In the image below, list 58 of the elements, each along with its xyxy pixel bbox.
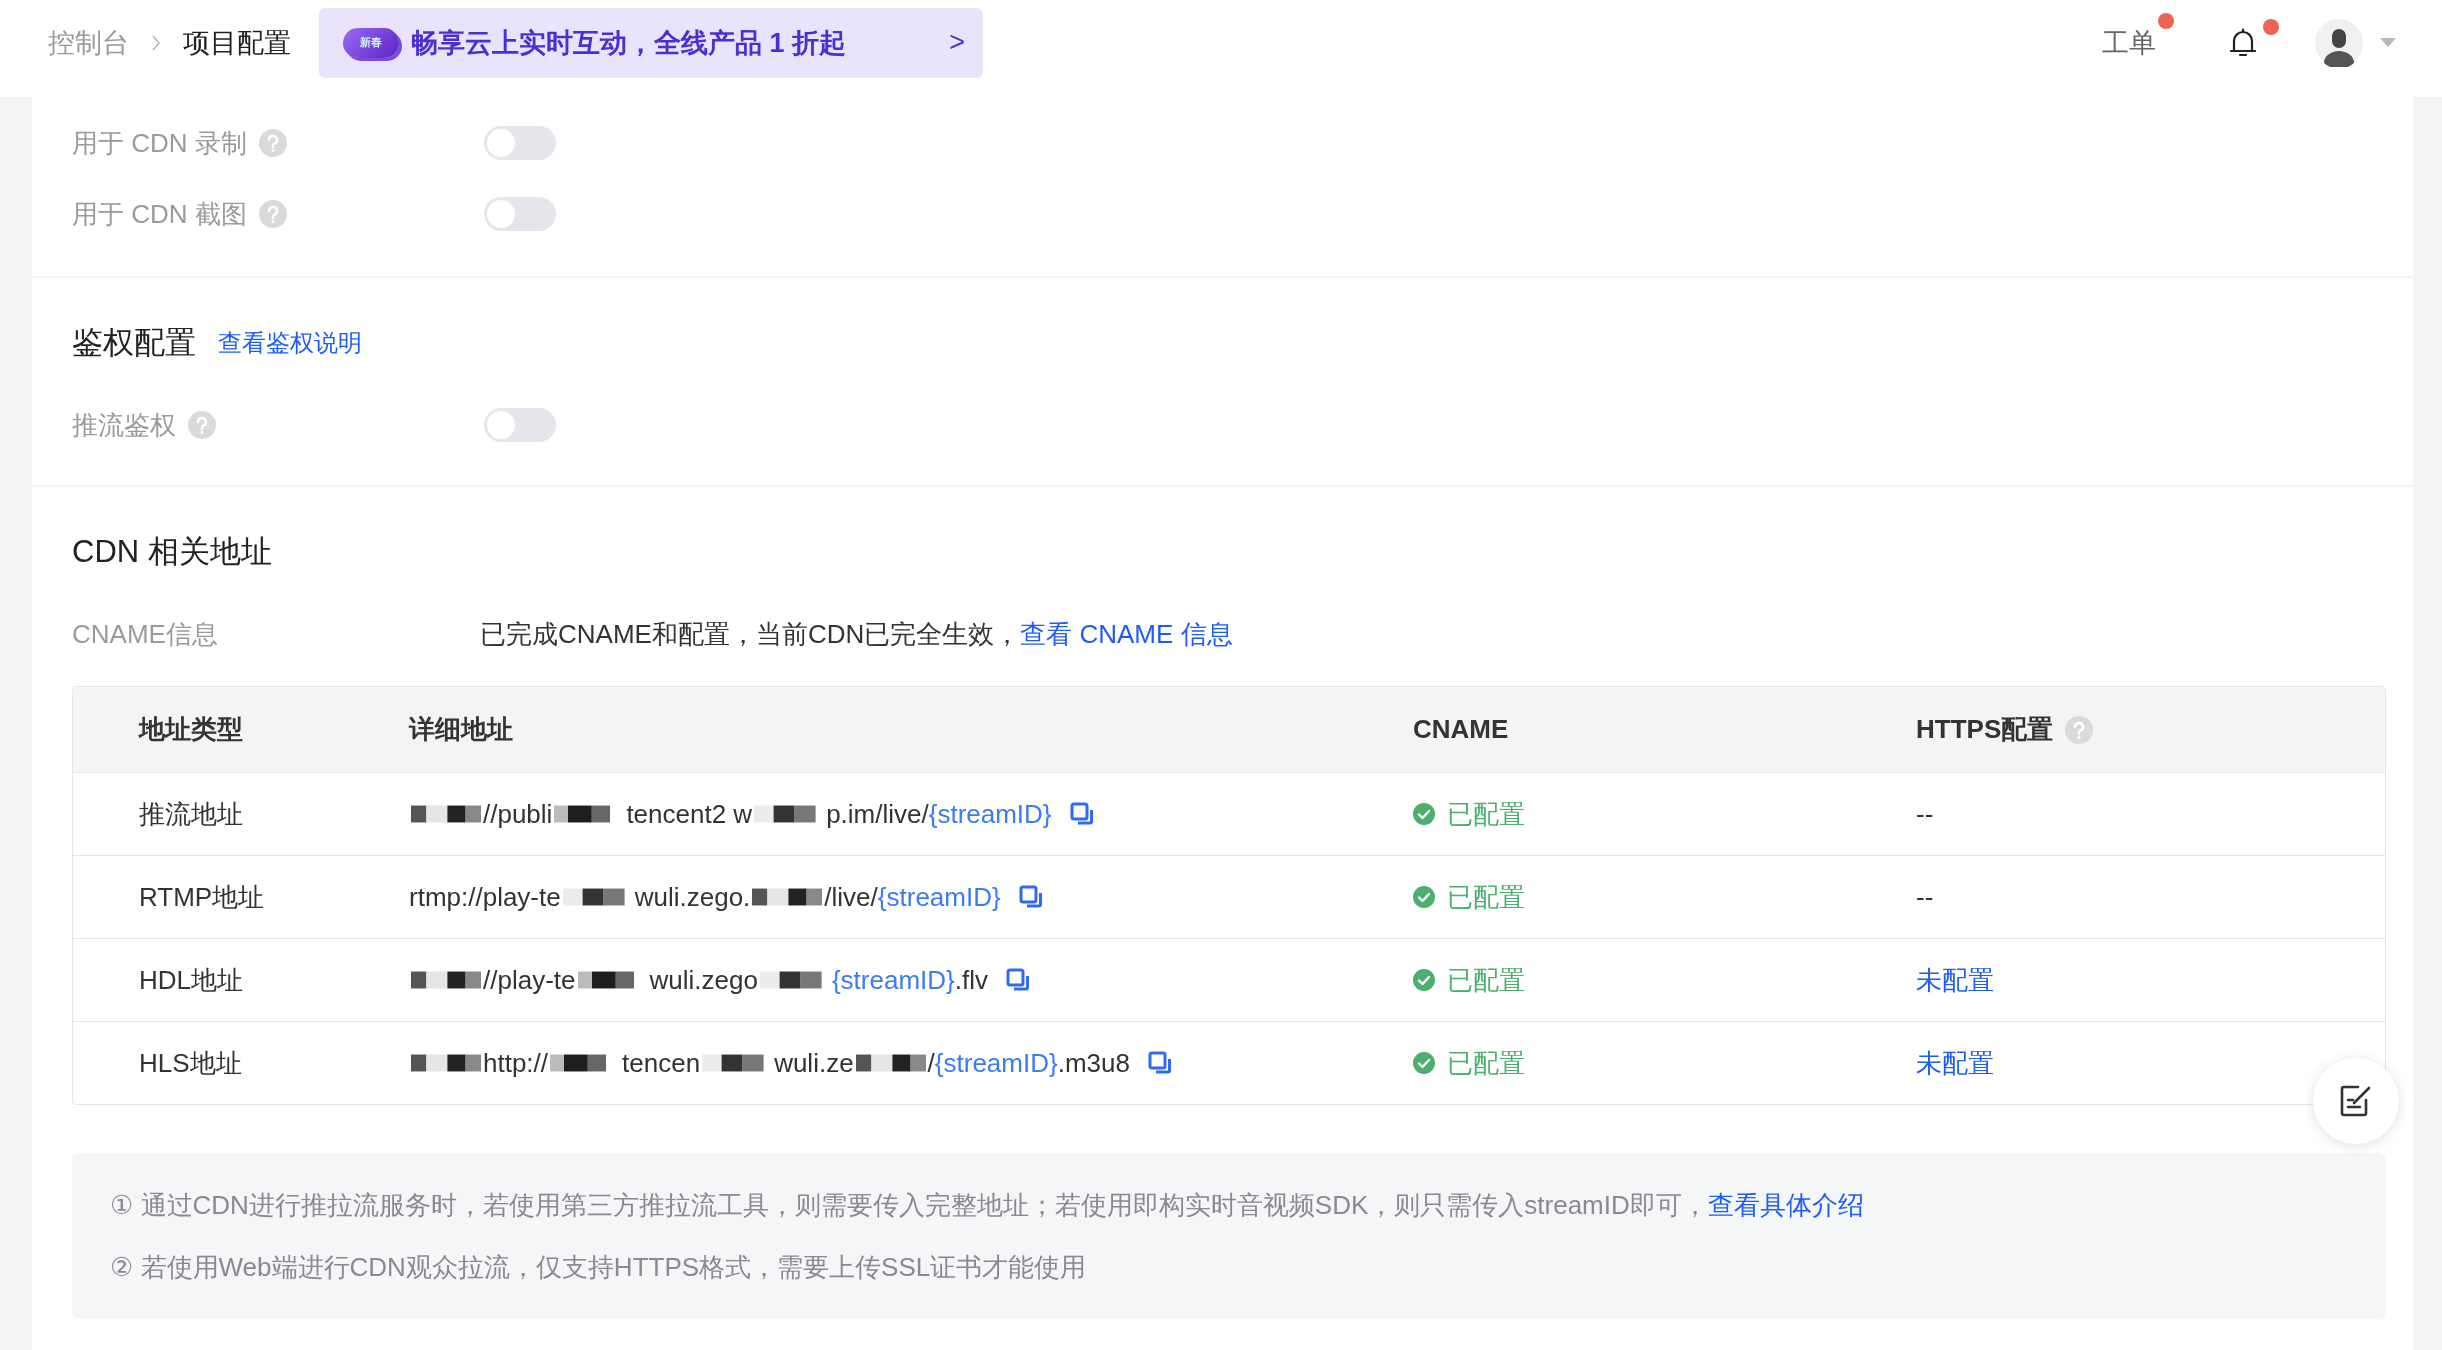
table-cell-text: HDL地址	[139, 963, 243, 997]
https-config-link[interactable]: 未配置	[1916, 962, 1994, 998]
copy-icon[interactable]	[1018, 885, 1043, 909]
promo-banner[interactable]: 新春 畅享云上实时互动，全线产品 1 折起 >	[319, 7, 983, 78]
redaction-mark	[752, 886, 823, 908]
column-header: 详细地址	[409, 713, 513, 746]
address-text: //publi tencent2 w p.im/live/{streamID}	[409, 798, 1052, 830]
help-icon[interactable]	[2065, 715, 2094, 744]
capsule-badge: 新春	[343, 27, 399, 58]
copy-icon[interactable]	[1069, 802, 1094, 826]
note-text: ② 若使用Web端进行CDN观众拉流，仅支持HTTPS格式，需要上传SSL证书才能使用	[110, 1251, 1088, 1284]
address-text: rtmp://play-te wuli.zego. /live/{streamID}	[409, 881, 1001, 913]
help-icon[interactable]	[258, 129, 287, 157]
redaction-mark	[855, 1052, 926, 1074]
bell-icon[interactable]	[2229, 27, 2257, 58]
cname-info-link[interactable]: 查看 CNAME 信息	[1020, 618, 1233, 649]
toggle-switch[interactable]	[484, 408, 556, 442]
arrow-text: >	[949, 27, 965, 58]
copy-icon[interactable]	[1005, 968, 1030, 992]
note-text: ① 通过CDN进行推拉流服务时，若使用第三方推拉流工具，则需要传入完整地址；若使用即构实时音视频SDK，则只需传入streamID即可，查看具体介绍	[110, 1189, 1865, 1222]
redaction-mark	[411, 803, 481, 825]
help-icon[interactable]	[188, 411, 216, 439]
breadcrumb-current: 项目配置	[183, 26, 291, 60]
table-cell-text: RTMP地址	[139, 880, 265, 914]
address-text: http:// tencen wuli.ze /{streamID}.m3u8	[409, 1047, 1130, 1079]
redaction-mark	[411, 1052, 481, 1074]
avatar-icon[interactable]	[2315, 18, 2363, 67]
column-header: HTTPS配置	[1916, 713, 2054, 746]
toggle-switch[interactable]	[484, 197, 556, 231]
setting-label: 用于 CDN 录制	[72, 126, 247, 160]
table-cell: --	[1916, 881, 1934, 913]
section-title: 鉴权配置	[72, 324, 196, 362]
breadcrumb-link[interactable]: 控制台	[48, 24, 129, 61]
cname-status-text: 已完成CNAME和配置，当前CDN已完全生效，查看 CNAME 信息	[480, 617, 1233, 651]
column-header: CNAME	[1413, 714, 1509, 745]
https-config-link[interactable]: 未配置	[1916, 1045, 1994, 1081]
table-cell: --	[1916, 798, 1934, 830]
column-header: 地址类型	[139, 713, 243, 746]
address-text: //play-te wuli.zego {streamID}.flv	[409, 964, 988, 996]
auth-docs-link[interactable]: 查看鉴权说明	[218, 327, 362, 359]
table-cell-text: 推流地址	[139, 797, 243, 831]
cname-status: 已配置	[1447, 797, 1525, 831]
cname-status: 已配置	[1447, 1046, 1525, 1080]
copy-icon[interactable]	[1147, 1051, 1172, 1075]
cname-status: 已配置	[1447, 880, 1525, 914]
caret-down-icon[interactable]	[2380, 37, 2396, 48]
ticket-link[interactable]: 工单	[2102, 24, 2156, 61]
table-cell-text: HLS地址	[139, 1046, 242, 1080]
setting-label: 推流鉴权	[72, 408, 176, 442]
setting-label: 用于 CDN 截图	[72, 197, 247, 231]
redaction-mark	[411, 969, 481, 991]
section-title: CDN 相关地址	[72, 533, 272, 571]
cname-label: CNAME信息	[72, 617, 219, 651]
details-link[interactable]: 查看具体介绍	[1707, 1190, 1864, 1220]
cname-status: 已配置	[1447, 963, 1525, 997]
help-icon[interactable]	[258, 200, 287, 228]
chevron-right-icon	[151, 34, 161, 51]
toggle-switch[interactable]	[484, 126, 556, 160]
